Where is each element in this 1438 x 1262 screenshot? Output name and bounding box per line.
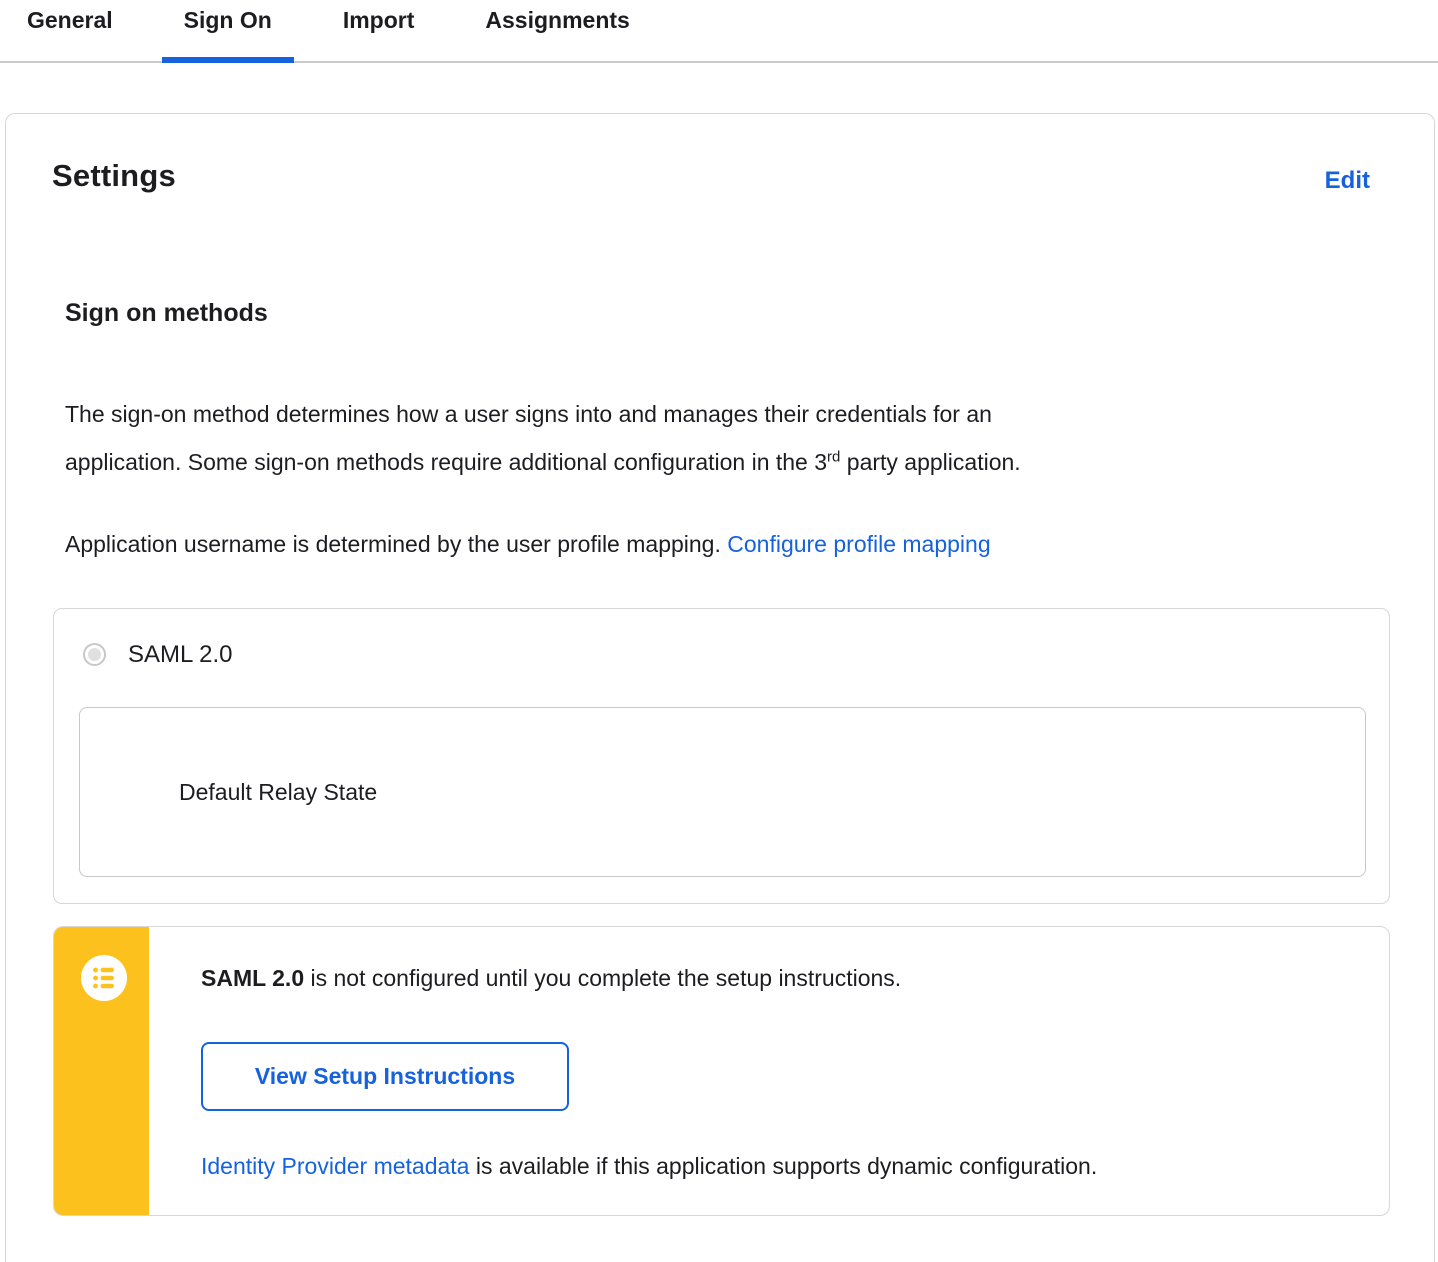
metadata-availability-rest: is available if this application support… [469, 1153, 1098, 1179]
ordinal-superscript: rd [827, 448, 841, 466]
configure-profile-mapping-link[interactable]: Configure profile mapping [727, 531, 990, 557]
sign-on-methods-heading: Sign on methods [65, 299, 268, 327]
view-setup-instructions-button[interactable]: View Setup Instructions [201, 1042, 569, 1111]
list-icon [81, 955, 127, 1001]
default-relay-state-label: Default Relay State [179, 778, 378, 805]
callout-message-bold: SAML 2.0 [201, 965, 305, 991]
default-relay-state-field: Default Relay State [79, 707, 1366, 877]
tab-import[interactable]: Import [321, 7, 437, 61]
tab-sign-on[interactable]: Sign On [161, 7, 295, 63]
callout-warning-band [54, 927, 149, 1215]
saml-method-box: SAML 2.0 Default Relay State [53, 608, 1390, 904]
saml-radio-button[interactable] [83, 643, 106, 666]
description-line2-end: party application. [840, 449, 1021, 475]
description-line1: The sign-on method determines how a user… [65, 401, 992, 427]
identity-provider-metadata-link[interactable]: Identity Provider metadata [201, 1153, 469, 1179]
metadata-availability-text: Identity Provider metadata is available … [201, 1153, 1097, 1180]
username-mapping-text: Application username is determined by th… [65, 520, 991, 568]
saml-setup-callout: SAML 2.0 is not configured until you com… [53, 926, 1390, 1216]
edit-link[interactable]: Edit [1325, 167, 1370, 195]
username-mapping-static: Application username is determined by th… [65, 531, 728, 557]
settings-card: Settings Edit Sign on methods The sign-o… [5, 113, 1435, 1262]
description-line2: application. Some sign-on methods requir… [65, 449, 828, 475]
tab-general[interactable]: General [5, 7, 135, 61]
sign-on-method-description: The sign-on method determines how a user… [65, 390, 1021, 486]
callout-message-rest: is not configured until you complete the… [304, 965, 902, 991]
tab-assignments[interactable]: Assignments [463, 7, 651, 61]
app-tab-bar: General Sign On Import Assignments [0, 0, 1438, 63]
callout-message: SAML 2.0 is not configured until you com… [201, 965, 901, 992]
saml-radio-label: SAML 2.0 [128, 641, 233, 668]
page-title: Settings [52, 158, 176, 193]
